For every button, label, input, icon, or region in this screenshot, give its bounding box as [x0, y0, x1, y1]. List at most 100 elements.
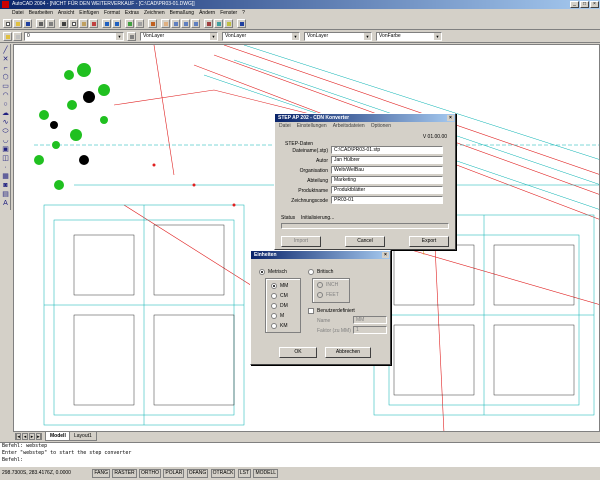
unit-radio-m[interactable] [271, 313, 277, 319]
tab-prev-icon[interactable]: ◂ [22, 433, 28, 440]
menu-zeichnen[interactable]: Zeichnen [144, 9, 165, 17]
unit-radio-dm[interactable] [271, 303, 277, 309]
osnap-tracking-icon[interactable] [135, 19, 144, 28]
design-center-icon[interactable] [214, 19, 223, 28]
toggle-raster[interactable]: RASTER [112, 469, 137, 478]
menu-extras[interactable]: Extras [125, 9, 139, 17]
tool-palettes-icon[interactable] [224, 19, 233, 28]
make-block-icon[interactable]: ◫ [1, 154, 10, 163]
plotstyle-combo[interactable]: VonFarbe ▼ [376, 32, 442, 41]
spline-tool-icon[interactable]: ∿ [1, 118, 10, 127]
open-file-icon[interactable] [13, 19, 22, 28]
dateiname-field[interactable]: C:\CAD\PR03-01.stp [331, 146, 443, 154]
custom-factor-field[interactable]: 1 [353, 326, 387, 334]
zoom-previous-icon[interactable] [191, 19, 200, 28]
command-prompt[interactable]: Befehl: [2, 457, 600, 464]
tab-last-icon[interactable]: ▸| [36, 433, 42, 440]
zoom-realtime-icon[interactable] [171, 19, 180, 28]
menu-aendern[interactable]: Ändern [199, 9, 215, 17]
rectangle-tool-icon[interactable]: ▭ [1, 82, 10, 91]
tab-modell[interactable]: Modell [45, 432, 71, 441]
menu-format[interactable]: Format [104, 9, 120, 17]
tab-next-icon[interactable]: ▸ [29, 433, 35, 440]
paste-icon[interactable] [79, 19, 88, 28]
circle-tool-icon[interactable]: ○ [1, 100, 10, 109]
layer-manager-icon[interactable] [3, 32, 12, 41]
close-icon[interactable]: × [382, 252, 389, 258]
point-tool-icon[interactable]: · [1, 163, 10, 172]
toggle-ortho[interactable]: ORTHO [139, 469, 161, 478]
insert-block-icon[interactable]: ▣ [1, 145, 10, 154]
ellipse-tool-icon[interactable]: ⬭ [1, 127, 10, 136]
zoom-window-icon[interactable] [181, 19, 190, 28]
save-icon[interactable] [23, 19, 32, 28]
properties-icon[interactable] [204, 19, 213, 28]
redo-icon[interactable] [112, 19, 121, 28]
layer-combo[interactable]: 0 ▼ [24, 32, 124, 41]
ucs-icon[interactable] [148, 19, 157, 28]
command-line[interactable]: Befehl: webstep Enter "webstep" to start… [0, 442, 600, 467]
menu-fenster[interactable]: Fenster [220, 9, 237, 17]
toggle-otrack[interactable]: OTRACK [210, 469, 236, 478]
revision-cloud-icon[interactable]: ☁ [1, 109, 10, 118]
cut-icon[interactable] [59, 19, 68, 28]
pan-icon[interactable] [161, 19, 170, 28]
unit-radio-mm[interactable] [271, 283, 277, 289]
polygon-tool-icon[interactable]: ⬡ [1, 73, 10, 82]
menu-bearbeiten[interactable]: Bearbeiten [29, 9, 53, 17]
step-menu-einstellungen[interactable]: Einstellungen [297, 122, 327, 130]
abbrechen-button[interactable]: Abbrechen [325, 347, 371, 358]
toggle-lst[interactable]: LST [237, 469, 252, 478]
unit-radio-feet[interactable] [317, 292, 323, 298]
unit-radio-km[interactable] [271, 323, 277, 329]
make-current-layer-icon[interactable] [127, 32, 136, 41]
menu-datei[interactable]: Datei [12, 9, 24, 17]
close-icon[interactable]: × [447, 115, 454, 121]
print-icon[interactable] [36, 19, 45, 28]
arc-tool-icon[interactable]: ◠ [1, 91, 10, 100]
toggle-polar[interactable]: POLAR [163, 469, 185, 478]
tab-layout1[interactable]: Layout1 [69, 432, 97, 441]
toggle-ofang[interactable]: OFANG [186, 469, 209, 478]
undo-icon[interactable] [102, 19, 111, 28]
unit-radio-cm[interactable] [271, 293, 277, 299]
menu-einfuegen[interactable]: Einfügen [79, 9, 99, 17]
organisation-field[interactable]: WeltvWelBau [331, 166, 443, 174]
menu-help[interactable]: ? [242, 9, 245, 17]
help-icon[interactable] [237, 19, 246, 28]
tab-first-icon[interactable]: |◂ [15, 433, 21, 440]
lineweight-combo[interactable]: VonLayer ▼ [304, 32, 372, 41]
match-properties-icon[interactable] [89, 19, 98, 28]
produktname-field[interactable]: Produktblätter [331, 186, 443, 194]
new-file-icon[interactable] [3, 19, 12, 28]
color-combo[interactable]: VonLayer ▼ [140, 32, 218, 41]
import-button[interactable]: Import [281, 236, 321, 247]
step-menu-arbeitsdateien[interactable]: Arbeitsdateien [333, 122, 365, 130]
abteilung-field[interactable]: Marketing [331, 176, 443, 184]
polyline-tool-icon[interactable]: ⌐ [1, 64, 10, 73]
region-tool-icon[interactable]: ◙ [1, 181, 10, 190]
menu-bemassung[interactable]: Bemaßung [170, 9, 194, 17]
export-button[interactable]: Export [409, 236, 449, 247]
maximize-button[interactable]: □ [580, 1, 589, 8]
minimize-button[interactable]: _ [570, 1, 579, 8]
unit-radio-inch[interactable] [317, 282, 323, 288]
line-tool-icon[interactable]: ╱ [1, 46, 10, 55]
hatch-tool-icon[interactable]: ▦ [1, 172, 10, 181]
construction-line-icon[interactable]: ✕ [1, 55, 10, 64]
autor-field[interactable]: Jan Hülbrer [331, 156, 443, 164]
metrisch-radio[interactable] [259, 269, 265, 275]
britisch-radio[interactable] [308, 269, 314, 275]
ok-button[interactable]: OK [279, 347, 317, 358]
custom-unit-checkbox[interactable] [308, 308, 314, 314]
layer-state-icon[interactable] [13, 32, 22, 41]
linetype-combo[interactable]: VonLayer ▼ [222, 32, 300, 41]
zeichnungscode-field[interactable]: PR03-01 [331, 196, 443, 204]
copy-icon[interactable] [69, 19, 78, 28]
custom-name-field[interactable]: MM [353, 316, 387, 324]
toggle-fang[interactable]: FANG [92, 469, 110, 478]
toggle-modell[interactable]: MODELL [253, 469, 278, 478]
print-preview-icon[interactable] [46, 19, 55, 28]
step-menu-optionen[interactable]: Optionen [371, 122, 391, 130]
step-menu-datei[interactable]: Datei [279, 122, 291, 130]
